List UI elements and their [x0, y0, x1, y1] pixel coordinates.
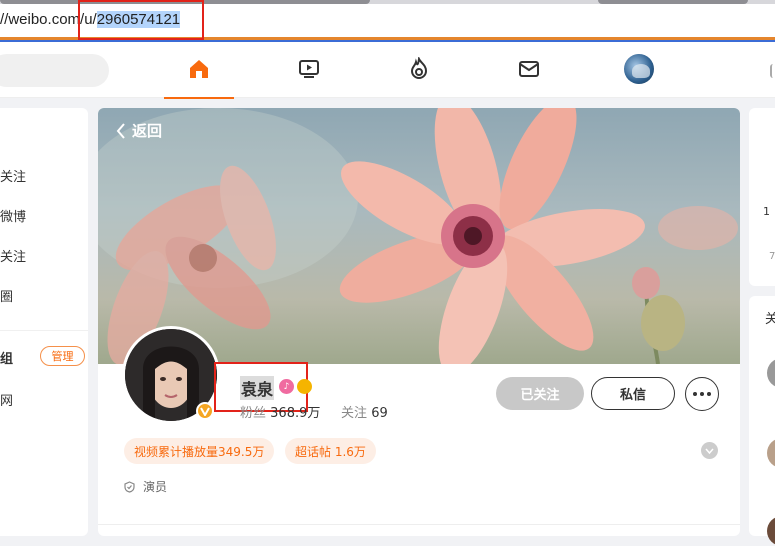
more-options-button[interactable] [685, 377, 719, 411]
right-card: 1 7 [749, 108, 775, 286]
fans-badge-icon[interactable] [297, 379, 312, 394]
avatar[interactable] [767, 438, 775, 468]
hot-icon[interactable] [405, 55, 433, 83]
sidebar-item-weibo[interactable]: 微博 [0, 206, 26, 225]
right-card-title: 关 [765, 312, 775, 327]
sidebar-group-heading: 组 [0, 352, 14, 367]
follow-count[interactable]: 69 [371, 406, 388, 421]
sidebar-divider [0, 330, 88, 331]
avatar[interactable] [767, 358, 775, 388]
right-column: 1 7 关 [749, 108, 775, 546]
url-highlight-box [78, 0, 204, 40]
flower-illustration [98, 108, 738, 364]
sidebar-item-following[interactable]: 关注 [0, 166, 26, 185]
message-button[interactable]: 私信 [591, 377, 675, 410]
divider [98, 524, 740, 525]
search-input[interactable] [0, 54, 109, 87]
browser-tab[interactable] [598, 0, 748, 4]
video-plays-tag[interactable]: 视频累计播放量349.5万 [124, 438, 275, 464]
user-avatar[interactable] [624, 54, 654, 84]
dot-icon [700, 392, 704, 396]
right-card-text: 1 [763, 205, 770, 218]
back-label: 返回 [132, 122, 163, 140]
dot-icon [707, 392, 711, 396]
video-icon[interactable] [295, 55, 323, 83]
cover-image: 返回 [98, 108, 740, 364]
role-label: 演员 [143, 480, 168, 494]
chevron-down-icon[interactable] [701, 442, 718, 459]
fans-count[interactable]: 368.9万 [270, 406, 320, 421]
shield-icon [124, 480, 135, 493]
follow-label[interactable]: 关注 [341, 406, 367, 421]
sidebar-item-follow[interactable]: 关注 [0, 246, 26, 265]
super-topic-tag[interactable]: 超话帖 1.6万 [285, 438, 376, 464]
profile-card: 返回 袁泉 ♪ 粉丝 368.9万 关注 69 已关注 私信 视频累计播放量34… [98, 108, 740, 536]
manage-button[interactable]: 管理 [40, 346, 85, 366]
member-badge-icon[interactable]: ♪ [279, 379, 294, 394]
followed-button[interactable]: 已关注 [496, 377, 584, 410]
profile-name: 袁泉 [240, 376, 275, 400]
verified-badge-icon [196, 402, 214, 420]
back-button[interactable]: 返回 [116, 120, 162, 141]
sidebar-item-circle[interactable]: 圈 [0, 286, 13, 305]
profile-info: 袁泉 ♪ 粉丝 368.9万 关注 69 已关注 私信 视频累计播放量349.5… [98, 326, 740, 536]
settings-icon[interactable] [770, 64, 775, 78]
message-icon[interactable] [515, 55, 543, 83]
browser-url-bar[interactable]: //weibo.com/u/2960574121 [0, 0, 775, 40]
top-nav [0, 42, 775, 99]
right-card: 关 [749, 296, 775, 546]
fans-label[interactable]: 粉丝 [240, 406, 266, 421]
profile-role: 演员 [124, 478, 167, 495]
avatar[interactable] [767, 516, 775, 546]
right-card-text: 7 [769, 251, 775, 262]
dot-icon [693, 392, 697, 396]
sidebar-item-web[interactable]: 网 [0, 390, 13, 409]
left-sidebar: 关注 微博 关注 圈 组 管理 网 [0, 108, 88, 536]
chevron-left-icon [116, 122, 125, 139]
profile-stats: 粉丝 368.9万 关注 69 [240, 402, 388, 421]
home-icon[interactable] [164, 55, 234, 99]
